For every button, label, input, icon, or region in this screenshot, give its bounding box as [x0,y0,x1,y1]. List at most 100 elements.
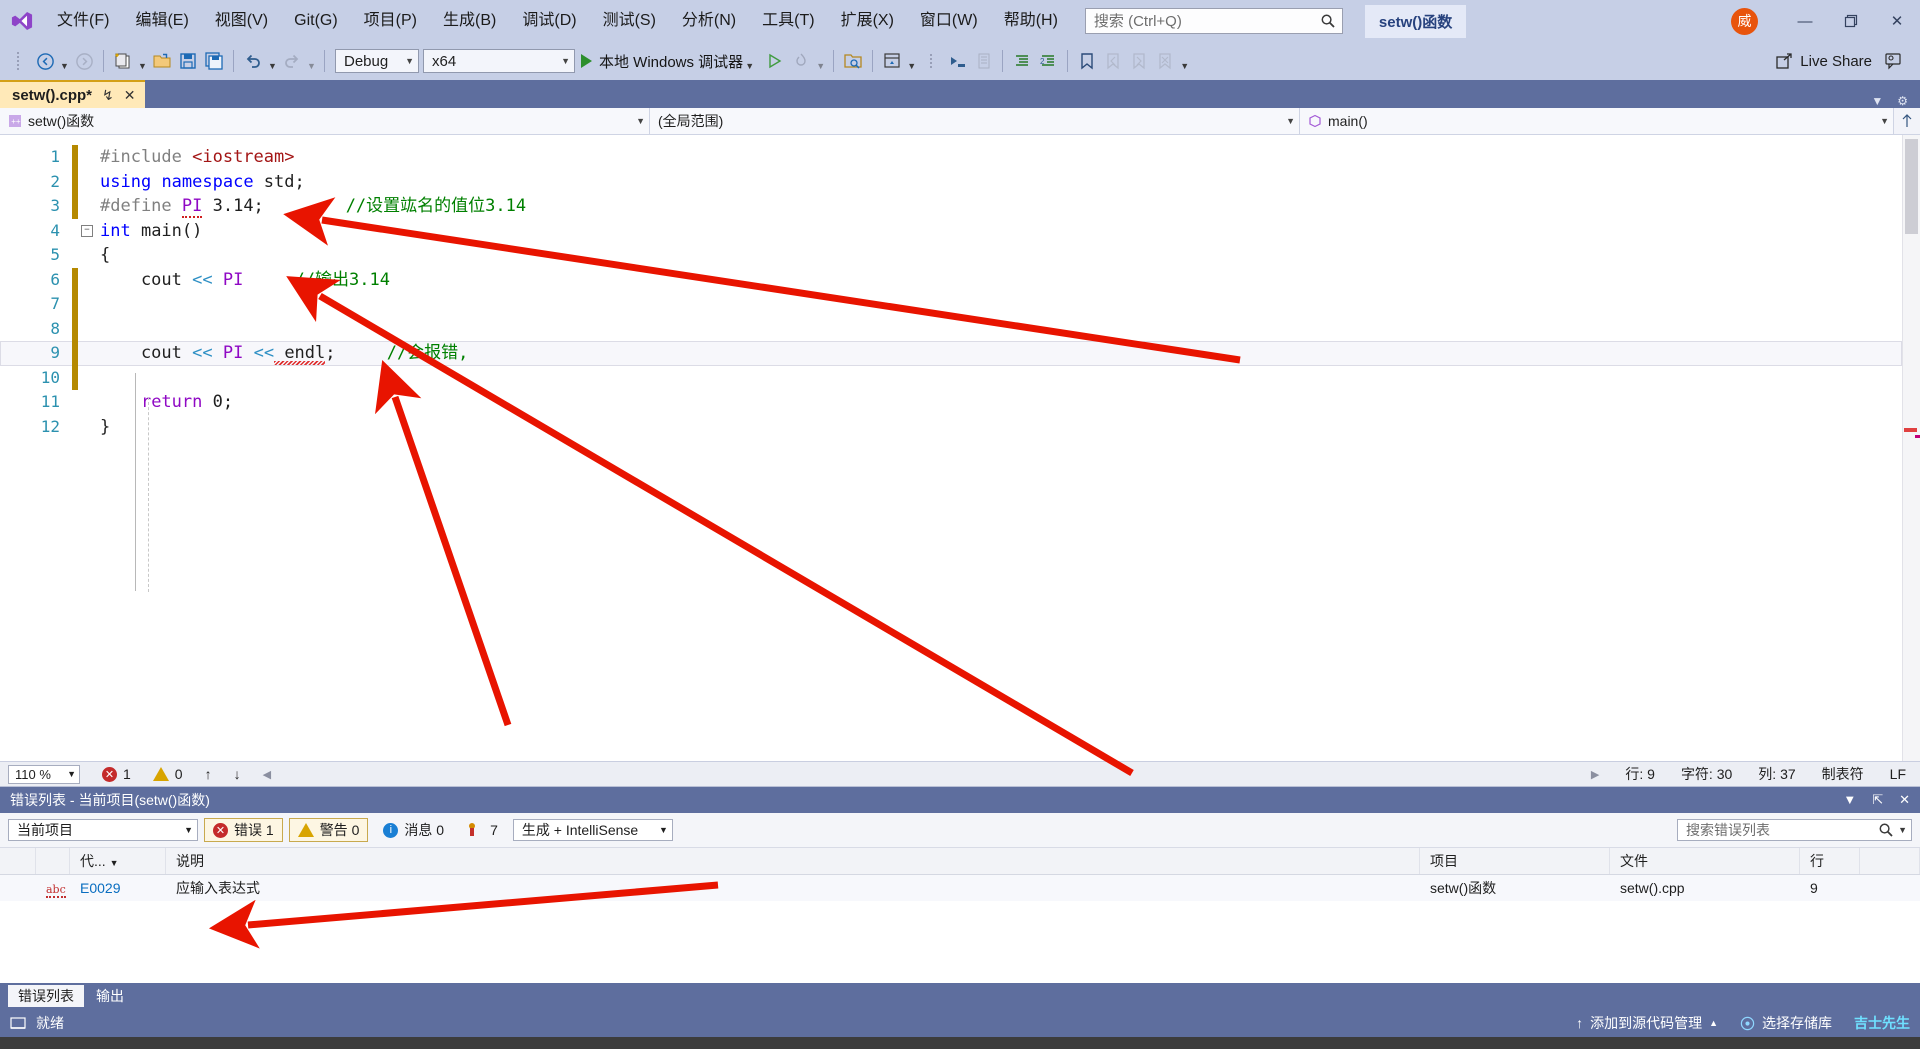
column-header[interactable]: 说明 [166,848,1420,874]
error-code[interactable]: E0029 [80,880,120,896]
table-row[interactable]: abc E0029 应输入表达式 setw()函数 setw().cpp 9 [0,875,1920,901]
code-line[interactable]: 6 cout << PI //输出3.14 [0,267,1902,293]
errors-filter-button[interactable]: ✕ 错误 1 [204,818,283,842]
member-combo[interactable]: main() ▼ [1300,108,1894,134]
scrollbar-thumb[interactable] [1905,139,1918,234]
solution-explorer-search-icon[interactable] [840,46,866,76]
code-line[interactable]: 11 return 0; [0,390,1902,415]
platform-combo[interactable]: x64 ▼ [423,49,575,73]
code-line[interactable]: 7 [0,292,1902,317]
error-list-body[interactable]: abc E0029 应输入表达式 setw()函数 setw().cpp 9 [0,875,1920,901]
code-lines[interactable]: 1 #include <iostream> 2 using namespace std… [0,135,1902,439]
project-combo[interactable]: ++ setw()函数 ▼ [0,108,650,134]
menu-project[interactable]: 项目(P) [351,0,430,42]
code-line[interactable]: 8 [0,316,1902,342]
previous-issue-button[interactable]: ↑ [205,766,212,782]
configuration-combo[interactable]: Debug ▼ [335,49,419,73]
column-header[interactable]: 代... ▼ [70,848,166,874]
step-into-icon[interactable] [944,46,970,76]
column-header[interactable]: 行 [1800,848,1860,874]
menu-test[interactable]: 测试(S) [590,0,669,42]
code-line[interactable]: 9 cout << PI << endl; //会报错, [0,341,1902,366]
code-text[interactable]: using namespace std; [96,170,1902,195]
menu-window[interactable]: 窗口(W) [907,0,991,42]
menu-build[interactable]: 生成(B) [430,0,509,42]
code-line[interactable]: 4− int main() [0,219,1902,244]
code-text[interactable] [96,366,1902,391]
navigate-backward-icon[interactable] [32,46,58,76]
menu-debug[interactable]: 调试(D) [509,0,589,42]
close-icon[interactable]: ✕ [1899,792,1910,808]
source-control-button[interactable]: ↑ 添加到源代码管理 ▲ [1576,1013,1718,1033]
code-text[interactable]: int main() [96,219,1902,244]
messages-filter-button[interactable]: i 消息 0 [374,818,453,842]
save-file-icon[interactable] [175,46,201,76]
sort-caret-icon[interactable]: ▼ [110,858,119,868]
code-text[interactable]: cout << PI //输出3.14 [96,268,1902,293]
code-text[interactable]: { [96,243,1902,268]
feedback-icon[interactable] [1880,46,1906,76]
new-project-icon[interactable] [110,46,136,76]
start-without-debugging-icon[interactable] [762,46,788,76]
undo-icon[interactable] [240,46,266,76]
code-text[interactable] [96,292,1902,317]
close-icon[interactable]: ✕ [124,87,136,104]
code-line[interactable]: 5{ [0,243,1902,268]
decrease-indent-icon[interactable]: 2 [1035,46,1061,76]
error-count-indicator[interactable]: ✕ 1 [102,766,131,782]
start-debugging-button[interactable]: 本地 Windows 调试器 ▼ [575,46,762,76]
pin-icon[interactable]: ⇱ [1872,792,1883,808]
code-pane[interactable]: 1 #include <iostream> 2 using namespace std… [0,135,1902,761]
open-file-icon[interactable] [149,46,175,76]
user-avatar[interactable]: 威 [1731,7,1758,35]
tab-error-list[interactable]: 错误列表 [8,985,84,1007]
tab-output[interactable]: 输出 [86,985,134,1007]
chevron-down-icon[interactable]: ▼ [1871,94,1883,108]
toolbar-overflow-icon[interactable]: ▼ [1178,41,1191,81]
code-text[interactable]: return 0; [96,390,1902,415]
chevron-down-icon[interactable]: ▼ [1898,825,1907,835]
menu-git[interactable]: Git(G) [281,0,351,42]
code-editor-area[interactable]: 1 #include <iostream> 2 using namespace std… [0,135,1920,761]
code-line[interactable]: 2 using namespace std; [0,169,1902,195]
maximize-button[interactable] [1828,0,1874,42]
status-expand-icon[interactable]: ▶ [1591,768,1599,781]
zoom-level-combo[interactable]: 110 % ▼ [8,764,80,784]
column-header[interactable] [1860,848,1920,874]
column-header[interactable] [36,848,70,874]
split-editor-icon[interactable] [1894,114,1920,128]
menu-edit[interactable]: 编辑(E) [122,0,201,42]
document-tab-setw-cpp[interactable]: setw().cpp* ↯ ✕ [0,80,146,108]
menu-help[interactable]: 帮助(H) [991,0,1071,42]
window-layout-caret-icon[interactable]: ▼ [905,41,918,81]
column-header[interactable]: 文件 [1610,848,1800,874]
warning-count-indicator[interactable]: 0 [152,766,183,782]
undo-caret-icon[interactable]: ▼ [266,41,279,81]
code-text[interactable]: cout << PI << endl; //会报错, [96,341,1902,366]
quick-launch-search[interactable] [1084,8,1343,34]
toggle-bookmark-icon[interactable] [1074,46,1100,76]
scope-combo[interactable]: (全局范围) ▼ [650,108,1300,134]
menu-tools[interactable]: 工具(T) [749,0,827,42]
search-input[interactable] [1091,11,1320,31]
warnings-filter-button[interactable]: 警告 0 [288,818,369,842]
increase-indent-icon[interactable] [1009,46,1035,76]
code-text[interactable]: } [96,415,1902,440]
pin-icon[interactable]: ↯ [102,87,114,104]
settings-gear-icon[interactable]: ⚙ [1897,94,1908,108]
repository-button[interactable]: 选择存储库 [1740,1013,1832,1033]
scope-filter-combo[interactable]: 当前项目 ▼ [8,819,198,841]
code-text[interactable]: #include <iostream> [96,145,1902,170]
back-dropdown-caret-icon[interactable]: ▼ [58,41,71,81]
column-header[interactable] [0,848,36,874]
start-debugging-caret-icon[interactable]: ▼ [743,41,756,81]
new-project-caret-icon[interactable]: ▼ [136,41,149,81]
live-share-button[interactable]: Live Share [1767,46,1880,76]
code-line[interactable]: 1 #include <iostream> [0,145,1902,170]
chevron-down-icon[interactable]: ▼ [1843,792,1856,808]
code-text[interactable]: #define PI 3.14; //设置竑名的值位3.14 [96,194,1902,219]
intellisense-filter-button[interactable]: 7 [459,818,507,842]
code-line[interactable]: 10 [0,365,1902,391]
minimize-button[interactable]: — [1782,0,1828,42]
code-text[interactable] [96,317,1902,342]
